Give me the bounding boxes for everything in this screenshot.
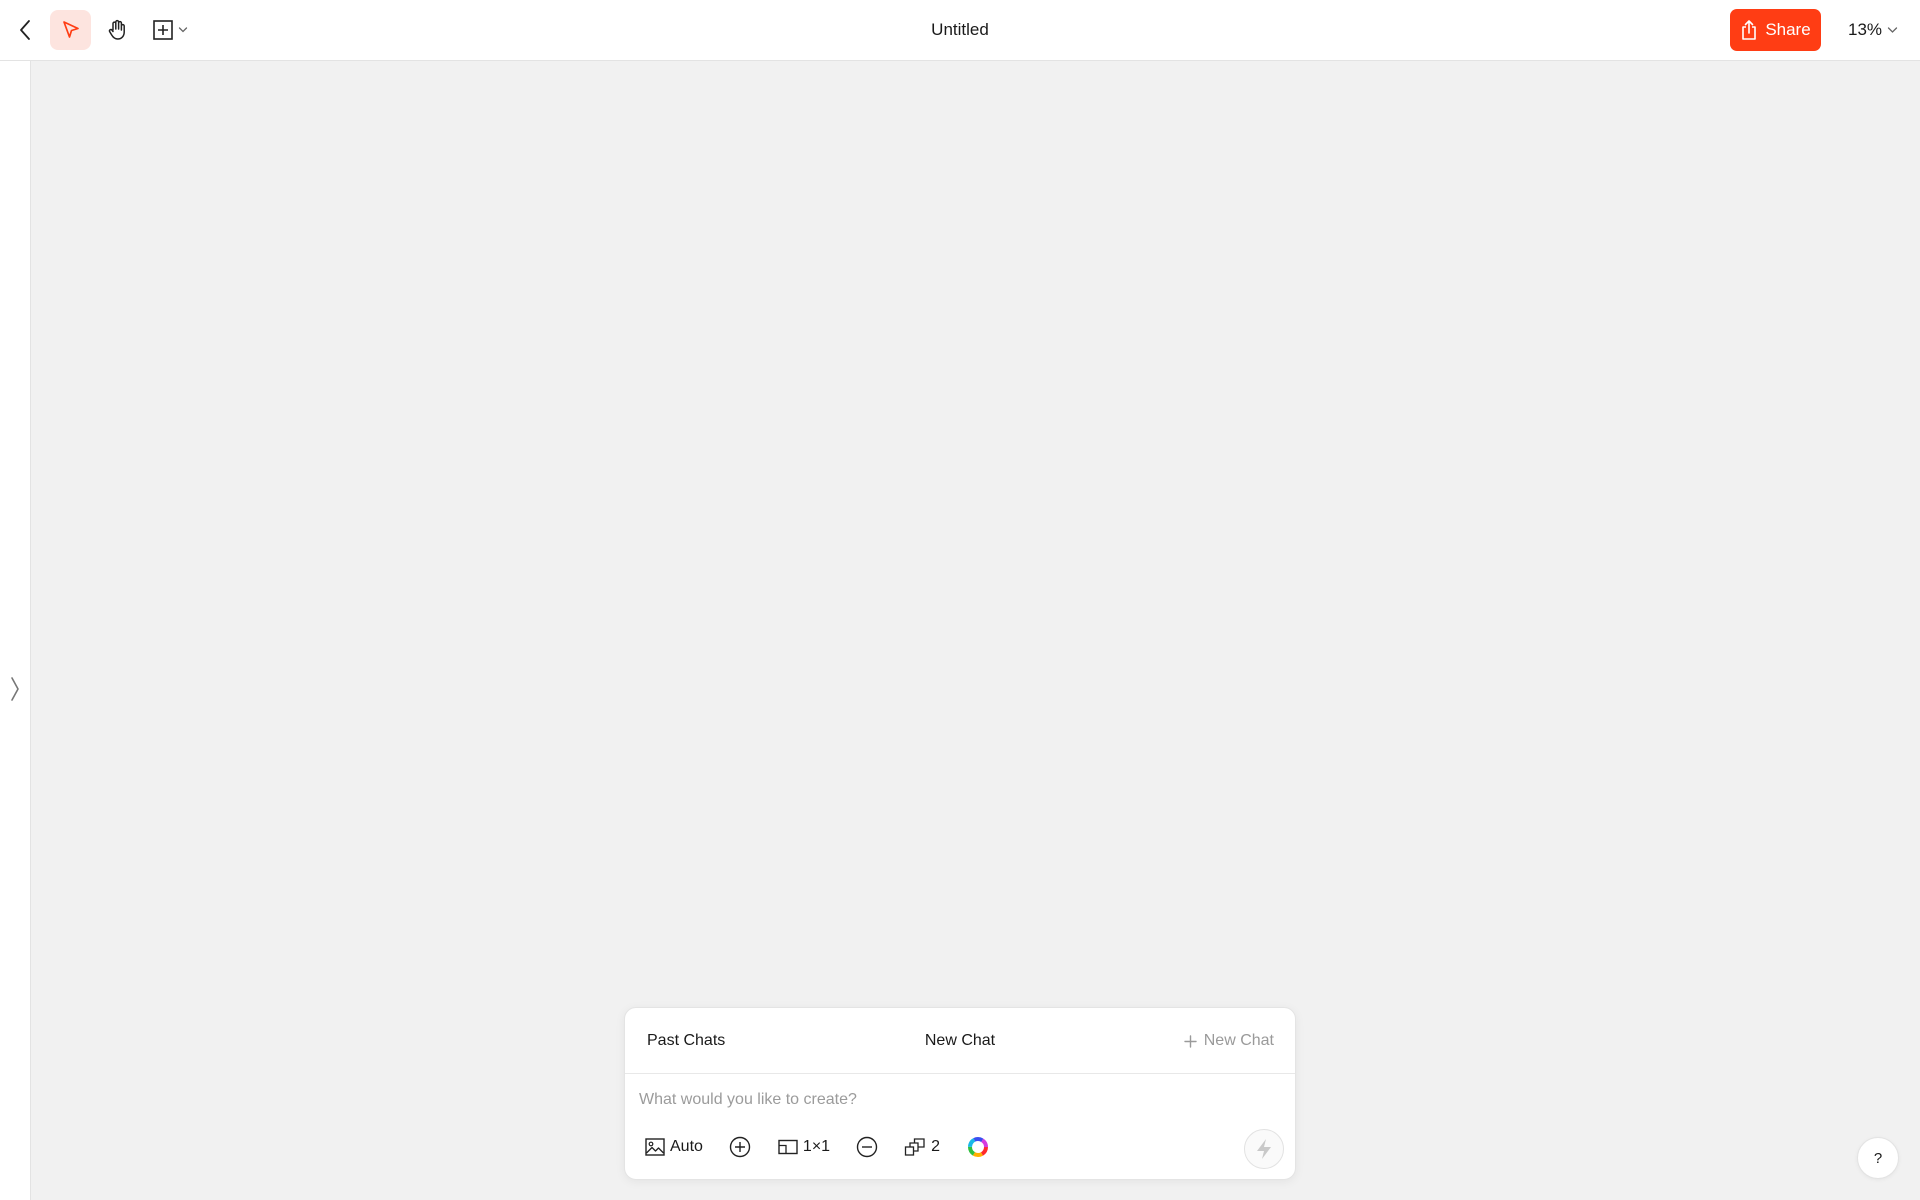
new-chat-label: New Chat: [1203, 1032, 1274, 1049]
aspect-ratio-selector[interactable]: 1×1: [778, 1138, 830, 1156]
select-tool-button[interactable]: [50, 10, 91, 50]
hand-tool-button[interactable]: [97, 10, 137, 50]
document-title-wrap: Untitled: [0, 20, 1920, 40]
hand-icon: [108, 19, 125, 40]
color-picker-button[interactable]: [967, 1136, 989, 1158]
share-label: Share: [1765, 20, 1811, 39]
new-chat-button[interactable]: New Chat: [1184, 1032, 1274, 1050]
model-label: Auto: [670, 1138, 703, 1155]
chevron-down-icon: [1887, 27, 1898, 33]
stack-icon: [904, 1138, 925, 1156]
zoom-dropdown[interactable]: 13%: [1848, 19, 1898, 41]
color-wheel-icon: [967, 1137, 988, 1157]
top-toolbar: Untitled Share 13%: [0, 0, 1920, 61]
frame-plus-icon: [153, 20, 173, 40]
zoom-level: 13%: [1848, 20, 1883, 39]
cursor-arrow-icon: [62, 21, 79, 38]
image-count-label: 2: [931, 1138, 940, 1155]
plus-icon: [1184, 1034, 1197, 1048]
image-icon: [645, 1138, 665, 1156]
chevron-down-icon: [178, 27, 188, 33]
minus-circle-icon: [856, 1136, 878, 1158]
past-chats-button[interactable]: Past Chats: [647, 1032, 725, 1050]
lightning-icon: [1257, 1139, 1271, 1159]
prompt-input[interactable]: [639, 1088, 1199, 1112]
generate-button[interactable]: [1244, 1129, 1284, 1169]
frame-tool-button[interactable]: [145, 10, 195, 50]
add-reference-button[interactable]: [729, 1136, 751, 1158]
remove-button[interactable]: [856, 1136, 878, 1158]
help-button[interactable]: ?: [1857, 1137, 1899, 1179]
chat-tool-row: Auto 1×1 2: [645, 1134, 989, 1160]
sidebar-toggle-button[interactable]: [4, 671, 26, 707]
share-button[interactable]: Share: [1730, 9, 1821, 51]
chat-header: Past Chats New Chat New Chat: [625, 1008, 1295, 1074]
plus-circle-icon: [729, 1136, 751, 1158]
model-selector[interactable]: Auto: [645, 1138, 703, 1156]
image-count-selector[interactable]: 2: [904, 1137, 940, 1157]
angle-right-icon: [11, 677, 19, 701]
chat-panel: Past Chats New Chat New Chat Auto: [624, 1007, 1296, 1180]
share-upload-icon: [1742, 20, 1757, 40]
back-button[interactable]: [10, 12, 40, 48]
document-title[interactable]: Untitled: [931, 20, 989, 39]
aspect-ratio-icon: [778, 1139, 798, 1155]
aspect-ratio-label: 1×1: [802, 1138, 831, 1155]
chevron-left-icon: [20, 20, 30, 40]
left-sidebar-collapsed: [0, 61, 31, 1200]
